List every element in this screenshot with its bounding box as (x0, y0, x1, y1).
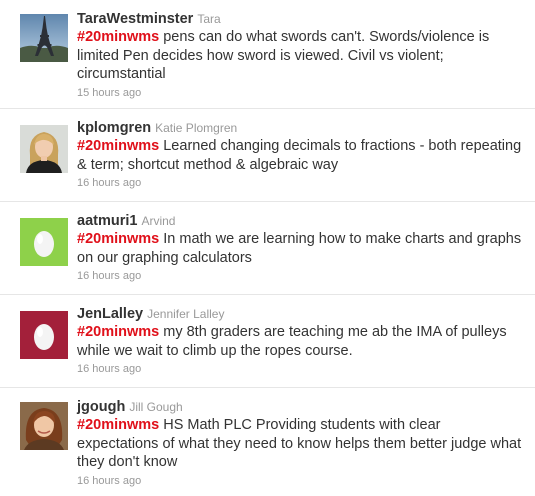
tweet-item: JenLalley Jennifer Lalley #20minwms my 8t… (0, 295, 535, 388)
tweet-header: aatmuri1 Arvind (77, 212, 522, 230)
full-name: Katie Plomgren (155, 121, 238, 135)
tweet-text: #20minwms Learned changing decimals to f… (77, 137, 522, 174)
full-name: Jennifer Lalley (147, 307, 225, 321)
hashtag-link[interactable]: #20minwms (77, 417, 159, 433)
timestamp-link[interactable]: 16 hours ago (77, 175, 522, 191)
tweet-text: #20minwms my 8th graders are teaching me… (77, 323, 522, 360)
tweet-item: aatmuri1 Arvind #20minwms In math we are … (0, 202, 535, 295)
tweet-text: #20minwms pens can do what swords can't.… (77, 28, 522, 84)
screen-name-link[interactable]: aatmuri1 (77, 213, 137, 229)
screen-name-link[interactable]: kplomgren (77, 120, 151, 136)
tweet-header: JenLalley Jennifer Lalley (77, 305, 522, 323)
full-name: Arvind (141, 214, 176, 228)
eiffel-tower-icon (20, 14, 68, 62)
avatar-default-egg[interactable] (20, 218, 68, 266)
screen-name-link[interactable]: TaraWestminster (77, 11, 193, 27)
tweet-text: #20minwms HS Math PLC Providing students… (77, 416, 522, 472)
tweet-content: JenLalley Jennifer Lalley #20minwms my 8t… (77, 305, 522, 377)
tweet-content: aatmuri1 Arvind #20minwms In math we are … (77, 212, 522, 284)
hashtag-link[interactable]: #20minwms (77, 29, 159, 45)
tweet-content: jgough Jill Gough #20minwms HS Math PLC P… (77, 398, 522, 489)
tweet-feed: TaraWestminster Tara #20minwms pens can d… (0, 0, 535, 496)
screen-name-link[interactable]: JenLalley (77, 306, 143, 322)
portrait-photo-icon (20, 125, 68, 173)
timestamp-link[interactable]: 16 hours ago (77, 268, 522, 284)
timestamp-link[interactable]: 16 hours ago (77, 473, 522, 489)
full-name: Tara (197, 12, 221, 26)
hashtag-link[interactable]: #20minwms (77, 231, 159, 247)
tweet-item: kplomgren Katie Plomgren #20minwms Learne… (0, 109, 535, 202)
tweet-text: #20minwms In math we are learning how to… (77, 230, 522, 267)
tweet-item: TaraWestminster Tara #20minwms pens can d… (0, 0, 535, 109)
hashtag-link[interactable]: #20minwms (77, 324, 159, 340)
tweet-header: jgough Jill Gough (77, 398, 522, 416)
timestamp-link[interactable]: 16 hours ago (77, 361, 522, 377)
tweet-content: TaraWestminster Tara #20minwms pens can d… (77, 10, 522, 101)
tweet-header: TaraWestminster Tara (77, 10, 522, 28)
tweet-header: kplomgren Katie Plomgren (77, 119, 522, 137)
avatar-default-egg[interactable] (20, 311, 68, 359)
egg-icon (20, 218, 68, 266)
egg-icon (20, 311, 68, 359)
portrait-photo-icon (20, 402, 68, 450)
hashtag-link[interactable]: #20minwms (77, 138, 159, 154)
tweet-content: kplomgren Katie Plomgren #20minwms Learne… (77, 119, 522, 191)
avatar-portrait[interactable] (20, 125, 68, 173)
screen-name-link[interactable]: jgough (77, 399, 125, 415)
tweet-item: jgough Jill Gough #20minwms HS Math PLC P… (0, 388, 535, 496)
avatar-portrait[interactable] (20, 402, 68, 450)
full-name: Jill Gough (129, 400, 183, 414)
avatar-eiffel-tower[interactable] (20, 14, 68, 62)
timestamp-link[interactable]: 15 hours ago (77, 85, 522, 101)
